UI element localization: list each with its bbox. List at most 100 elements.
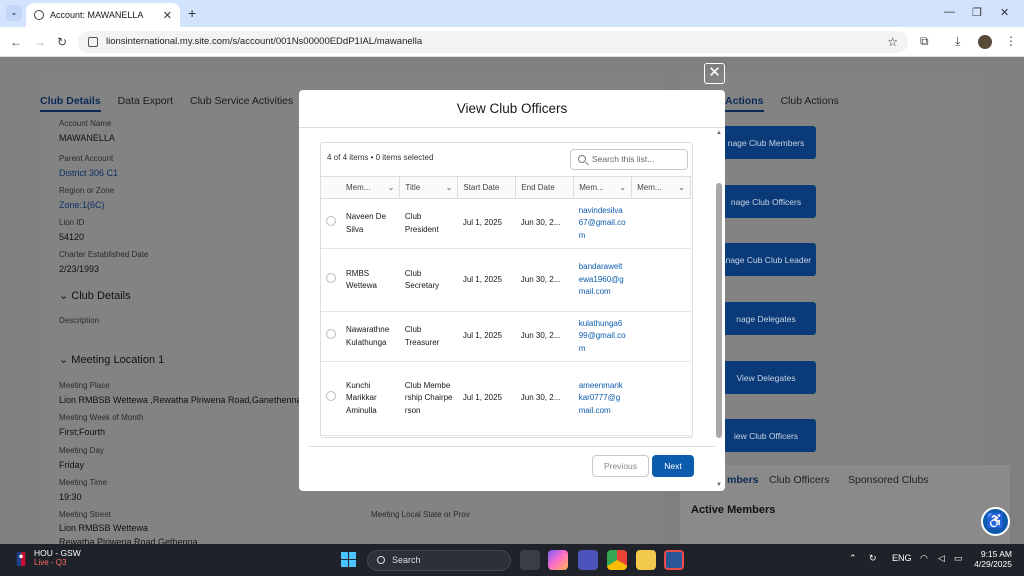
tab-actions[interactable]: Actions <box>725 95 764 112</box>
windows-taskbar: HOU - GSW Live - Q3 Search ⌃ ↻ ENG ◠ ◁ ▭… <box>0 544 1024 576</box>
download-icon[interactable]: ⤓ <box>955 34 960 49</box>
column-header-member-email[interactable]: Mem... ⌄ <box>573 176 633 199</box>
minimize-icon[interactable]: — <box>944 6 955 18</box>
view-club-officers-button[interactable]: iew Club Officers <box>716 419 816 452</box>
chrome-icon[interactable] <box>607 550 627 570</box>
row-radio[interactable] <box>326 391 336 402</box>
list-search-input[interactable]: Search this list... <box>570 149 688 170</box>
accessibility-icon[interactable]: ♿ <box>981 507 1010 536</box>
windows-start-icon[interactable] <box>341 552 356 567</box>
back-icon[interactable]: ← <box>10 35 22 49</box>
taskbar-search-label: Search <box>392 555 421 565</box>
meeting-time-label: Meeting Time <box>59 478 108 487</box>
chevron-down-icon[interactable]: ⌄ <box>388 183 395 192</box>
manage-delegates-button[interactable]: nage Delegates <box>716 302 816 335</box>
meeting-location-section[interactable]: ⌄ Meeting Location 1 <box>59 353 164 366</box>
show-hidden-icons-icon[interactable]: ⌃ <box>849 553 857 564</box>
row-select[interactable] <box>321 311 341 362</box>
row-select[interactable] <box>321 361 341 436</box>
row-select[interactable] <box>321 248 341 312</box>
copilot-icon[interactable] <box>548 550 568 570</box>
previous-button[interactable]: Previous <box>592 455 649 477</box>
tab-club-details[interactable]: Club Details <box>40 95 101 112</box>
row-radio[interactable] <box>326 216 336 227</box>
forward-icon[interactable]: → <box>34 35 46 49</box>
manage-club-officers-button[interactable]: nage Club Officers <box>716 185 816 218</box>
battery-icon[interactable]: ▭ <box>954 553 963 564</box>
taskbar-clock[interactable]: 9:15 AM 4/29/2025 <box>972 549 1012 569</box>
row-radio[interactable] <box>326 272 336 283</box>
new-tab-button[interactable]: + <box>188 5 196 21</box>
next-button[interactable]: Next <box>652 455 694 477</box>
tab-data-export[interactable]: Data Export <box>118 95 173 107</box>
start-date: Jul 1, 2025 <box>457 311 516 362</box>
column-header-end-date[interactable]: End Date <box>515 176 575 199</box>
url-field[interactable]: lionsinternational.my.site.com/s/account… <box>78 31 908 53</box>
row-radio[interactable] <box>326 329 336 340</box>
manage-cub-club-leader-button[interactable]: anage Cub Club Leader <box>716 243 816 276</box>
manage-club-members-button[interactable]: nage Club Members <box>716 126 816 159</box>
news-widget[interactable]: HOU - GSW Live - Q3 <box>34 548 81 567</box>
scrollbar-thumb[interactable] <box>716 183 722 438</box>
bookmark-star-icon[interactable]: ☆ <box>887 31 898 53</box>
column-header-start-date[interactable]: Start Date <box>457 176 517 199</box>
chevron-down-icon[interactable]: ⌄ <box>619 183 626 192</box>
close-window-icon[interactable]: ✕ <box>1000 6 1009 19</box>
modal-scrollbar[interactable]: ▲ ▼ <box>715 130 723 488</box>
officer-email[interactable]: ameenmarikkar0777@gmail.com <box>573 361 632 436</box>
language-indicator[interactable]: ENG <box>892 553 912 563</box>
tab-club-officers[interactable]: Club Officers <box>769 474 830 486</box>
page-tabs: Club Details Data Export Club Service Ac… <box>40 95 307 112</box>
officers-table: Mem... ⌄ Title ⌄ Start Date End Date Mem..… <box>321 176 691 436</box>
update-icon[interactable]: ↻ <box>869 553 877 564</box>
row-select[interactable] <box>321 198 341 249</box>
wifi-icon[interactable]: ◠ <box>920 553 928 564</box>
close-tab-icon[interactable]: ✕ <box>163 9 172 22</box>
site-info-icon[interactable] <box>88 37 98 47</box>
modal-close-button[interactable]: ✕ <box>704 63 725 84</box>
column-header-title[interactable]: Title ⌄ <box>399 176 459 199</box>
officer-title: Club Membership Chairperson <box>399 361 458 436</box>
scroll-up-icon[interactable]: ▲ <box>716 130 722 136</box>
browser-tab-account[interactable]: Account: MAWANELLA ✕ <box>26 3 180 27</box>
tab-club-service-activities[interactable]: Club Service Activities <box>190 95 293 107</box>
club-details-section[interactable]: ⌄ Club Details <box>59 289 131 302</box>
file-explorer-icon[interactable] <box>636 550 656 570</box>
club-details-section-title: Club Details <box>71 290 131 302</box>
officer-email[interactable]: bandaraweltewa1960@gmail.com <box>573 248 632 312</box>
modal-footer-divider <box>309 446 715 447</box>
menu-icon[interactable]: ⋮ <box>1005 34 1017 48</box>
region-link[interactable]: Zone:1(6C) <box>59 200 105 210</box>
restore-icon[interactable]: ❐ <box>972 6 982 19</box>
table-row[interactable]: Naveen De Silva Club President Jul 1, 20… <box>321 198 691 249</box>
column-header-member[interactable]: Mem... ⌄ <box>341 176 401 199</box>
officer-email[interactable]: kulathunga699@gmail.com <box>573 311 632 362</box>
tab-members[interactable]: mbers <box>727 474 759 486</box>
parent-account-link[interactable]: District 306 C1 <box>59 168 118 178</box>
table-row[interactable]: Nawarathne Kulathunga Club Treasurer Jul… <box>321 311 691 362</box>
tab-search-icon[interactable]: ⌄ <box>6 5 22 21</box>
chevron-down-icon[interactable]: ⌄ <box>446 183 453 192</box>
teams-icon[interactable] <box>578 550 598 570</box>
table-row[interactable]: RMBS Wettewa Club Secretary Jul 1, 2025 … <box>321 248 691 312</box>
table-row[interactable]: Kunchi Marikkar Aminulla Club Membership… <box>321 361 691 436</box>
select-all-header <box>321 176 341 199</box>
news-line-2: Live - Q3 <box>34 558 67 567</box>
scroll-down-icon[interactable]: ▼ <box>716 482 722 488</box>
column-label: Start Date <box>463 183 500 192</box>
column-header-member-extra[interactable]: Mem... ⌄ <box>631 176 691 199</box>
tab-sponsored-clubs[interactable]: Sponsored Clubs <box>848 474 929 486</box>
taskbar-search[interactable]: Search <box>367 550 511 571</box>
task-view-icon[interactable] <box>520 550 540 570</box>
profile-avatar[interactable] <box>978 35 992 49</box>
extensions-icon[interactable]: ⧉ <box>920 34 929 49</box>
meeting-day-value: Friday <box>59 460 85 470</box>
chevron-down-icon[interactable]: ⌄ <box>678 183 685 192</box>
officer-email[interactable]: navindesilva67@gmail.com <box>573 198 632 249</box>
volume-icon[interactable]: ◁ <box>938 553 945 564</box>
word-icon[interactable] <box>664 550 684 570</box>
tab-club-actions[interactable]: Club Actions <box>780 95 838 107</box>
table-header-row: Mem... ⌄ Title ⌄ Start Date End Date Mem..… <box>321 176 691 199</box>
view-delegates-button[interactable]: View Delegates <box>716 361 816 394</box>
reload-icon[interactable]: ↻ <box>57 35 67 49</box>
